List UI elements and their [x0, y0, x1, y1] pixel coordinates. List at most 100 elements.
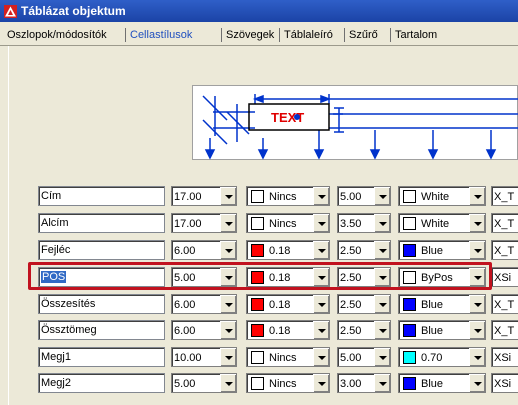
size-value: 3.00 [340, 378, 362, 390]
chevron-down-icon[interactable] [220, 268, 236, 286]
chevron-down-icon[interactable] [374, 268, 390, 286]
fill-combo[interactable]: Nincs [246, 373, 330, 393]
text-color-combo[interactable]: Blue [398, 320, 486, 340]
chevron-down-icon[interactable] [469, 321, 485, 339]
font-combo[interactable]: X_T [491, 294, 518, 314]
chevron-down-icon[interactable] [469, 241, 485, 259]
chevron-down-icon[interactable] [220, 295, 236, 313]
text-color-combo[interactable]: White [398, 213, 486, 233]
chevron-down-icon[interactable] [469, 295, 485, 313]
fill-combo[interactable]: 0.18 [246, 320, 330, 340]
tab-4[interactable]: Szűrő [346, 27, 381, 45]
fill-value: Nincs [269, 352, 297, 364]
font-combo[interactable]: X_T [491, 213, 518, 233]
chevron-down-icon[interactable] [374, 295, 390, 313]
panel-left-edge [0, 46, 8, 405]
font-value: X_T [494, 245, 515, 257]
chevron-down-icon[interactable] [313, 348, 329, 366]
height-combo[interactable]: 17.00 [171, 186, 237, 206]
style-name-field[interactable]: Megj1 [38, 347, 165, 367]
style-row: Összesítés 6.00 0.18 2.50 Blue X_T [38, 294, 518, 314]
text-color-combo[interactable]: ByPos [398, 267, 486, 287]
cell-style-preview: TEXT [192, 85, 518, 160]
chevron-down-icon[interactable] [220, 374, 236, 392]
text-color-combo[interactable]: Blue [398, 240, 486, 260]
tab-2[interactable]: Szövegek [223, 27, 277, 45]
chevron-down-icon[interactable] [313, 214, 329, 232]
chevron-down-icon[interactable] [469, 187, 485, 205]
height-combo[interactable]: 10.00 [171, 347, 237, 367]
font-combo[interactable]: X_T [491, 186, 518, 206]
size-combo[interactable]: 3.50 [337, 213, 391, 233]
text-color-value: White [421, 218, 450, 230]
tab-0[interactable]: Oszlopok/módosítók [4, 27, 110, 45]
chevron-down-icon[interactable] [220, 321, 236, 339]
chevron-down-icon[interactable] [469, 374, 485, 392]
size-combo[interactable]: 5.00 [337, 347, 391, 367]
size-combo[interactable]: 2.50 [337, 294, 391, 314]
text-color-combo[interactable]: White [398, 186, 486, 206]
height-combo[interactable]: 5.00 [171, 267, 237, 287]
tab-5[interactable]: Tartalom [392, 27, 440, 45]
size-combo[interactable]: 2.50 [337, 240, 391, 260]
tab-1[interactable]: Cellastílusok [127, 27, 195, 45]
chevron-down-icon[interactable] [469, 214, 485, 232]
tab-3[interactable]: Táblaleíró [281, 27, 336, 45]
chevron-down-icon[interactable] [220, 187, 236, 205]
fill-combo[interactable]: 0.18 [246, 267, 330, 287]
fill-combo[interactable]: Nincs [246, 347, 330, 367]
chevron-down-icon[interactable] [220, 348, 236, 366]
fill-combo[interactable]: 0.18 [246, 294, 330, 314]
font-combo[interactable]: X_T [491, 240, 518, 260]
chevron-down-icon[interactable] [469, 348, 485, 366]
style-name-field[interactable]: Alcím [38, 213, 165, 233]
text-color-swatch [403, 271, 416, 284]
font-combo[interactable]: X_T [491, 320, 518, 340]
chevron-down-icon[interactable] [313, 268, 329, 286]
chevron-down-icon[interactable] [374, 321, 390, 339]
fill-combo[interactable]: 0.18 [246, 240, 330, 260]
chevron-down-icon[interactable] [374, 374, 390, 392]
font-value: X_T [494, 191, 515, 203]
size-value: 5.00 [340, 352, 362, 364]
fill-combo[interactable]: Nincs [246, 186, 330, 206]
chevron-down-icon[interactable] [313, 187, 329, 205]
style-row: Megj2 5.00 Nincs 3.00 Blue XSi [38, 373, 518, 393]
text-color-combo[interactable]: Blue [398, 294, 486, 314]
fill-combo[interactable]: Nincs [246, 213, 330, 233]
chevron-down-icon[interactable] [374, 214, 390, 232]
font-combo[interactable]: XSi [491, 347, 518, 367]
style-name-field[interactable]: Cím [38, 186, 165, 206]
size-combo[interactable]: 2.50 [337, 320, 391, 340]
size-combo[interactable]: 5.00 [337, 186, 391, 206]
chevron-down-icon[interactable] [313, 321, 329, 339]
chevron-down-icon[interactable] [374, 241, 390, 259]
style-name-field[interactable]: Megj2 [38, 373, 165, 393]
style-name-field[interactable]: Összesítés [38, 294, 165, 314]
height-value: 5.00 [174, 378, 196, 390]
style-name-field[interactable]: POS [38, 267, 165, 287]
style-name-field[interactable]: Fejléc [38, 240, 165, 260]
height-combo[interactable]: 5.00 [171, 373, 237, 393]
chevron-down-icon[interactable] [220, 214, 236, 232]
font-combo[interactable]: XSi [491, 267, 518, 287]
chevron-down-icon[interactable] [313, 241, 329, 259]
size-combo[interactable]: 2.50 [337, 267, 391, 287]
text-color-swatch [403, 351, 416, 364]
chevron-down-icon[interactable] [220, 241, 236, 259]
height-combo[interactable]: 6.00 [171, 240, 237, 260]
chevron-down-icon[interactable] [469, 268, 485, 286]
text-color-swatch [403, 377, 416, 390]
text-color-combo[interactable]: Blue [398, 373, 486, 393]
chevron-down-icon[interactable] [313, 295, 329, 313]
chevron-down-icon[interactable] [374, 348, 390, 366]
chevron-down-icon[interactable] [374, 187, 390, 205]
height-combo[interactable]: 6.00 [171, 320, 237, 340]
font-combo[interactable]: XSi [491, 373, 518, 393]
chevron-down-icon[interactable] [313, 374, 329, 392]
height-combo[interactable]: 6.00 [171, 294, 237, 314]
height-combo[interactable]: 17.00 [171, 213, 237, 233]
size-combo[interactable]: 3.00 [337, 373, 391, 393]
style-name-field[interactable]: Össztömeg [38, 320, 165, 340]
text-color-combo[interactable]: 0.70 [398, 347, 486, 367]
